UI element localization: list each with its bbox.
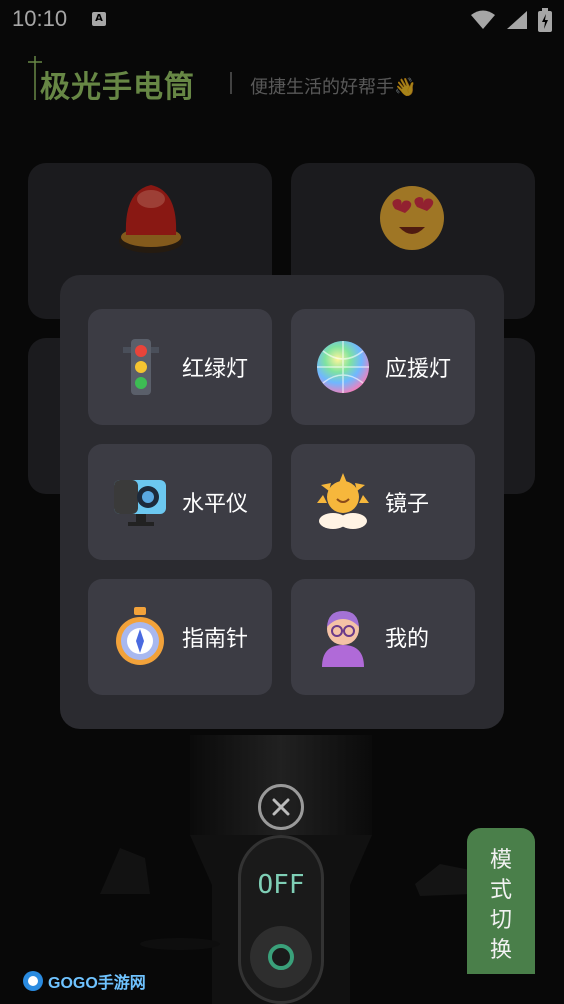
menu-item-traffic-light[interactable]: 红绿灯: [88, 309, 272, 425]
watermark-text: GOGO手游网: [48, 975, 146, 992]
switch-knob[interactable]: [250, 926, 312, 988]
menu-item-label: 指南针: [182, 627, 249, 652]
compass-icon: [110, 607, 170, 667]
menu-item-label: 镜子: [385, 492, 430, 517]
close-menu-button[interactable]: [258, 784, 304, 830]
flashlight-power-switch[interactable]: OFF: [238, 835, 324, 1004]
mode-switch-label: 模式切换: [489, 848, 512, 963]
menu-item-label: 我的: [385, 627, 430, 652]
watermark-logo: GOGO手游网: [22, 966, 146, 996]
level-camera-icon: [110, 472, 170, 532]
menu-item-compass[interactable]: 指南针: [88, 579, 272, 695]
menu-item-label: 水平仪: [182, 492, 249, 517]
gogo-logo-icon: [23, 971, 43, 991]
switch-state-label: OFF: [257, 870, 305, 900]
cheer-ball-icon: [313, 337, 373, 397]
close-icon: [272, 798, 290, 816]
menu-item-mirror[interactable]: 镜子: [291, 444, 475, 560]
traffic-light-icon: [110, 337, 170, 397]
power-ring-icon: [268, 944, 294, 970]
sun-mirror-icon: [313, 472, 373, 532]
feature-menu-panel: 红绿灯 应援灯 水平仪 镜子 指南针 我的: [60, 275, 504, 729]
menu-item-mine[interactable]: 我的: [291, 579, 475, 695]
menu-item-level[interactable]: 水平仪: [88, 444, 272, 560]
menu-item-cheer-light[interactable]: 应援灯: [291, 309, 475, 425]
mode-switch-button[interactable]: 模式切换: [467, 828, 535, 974]
menu-item-label: 红绿灯: [182, 357, 249, 382]
profile-avatar-icon: [313, 607, 373, 667]
menu-item-label: 应援灯: [385, 357, 452, 382]
